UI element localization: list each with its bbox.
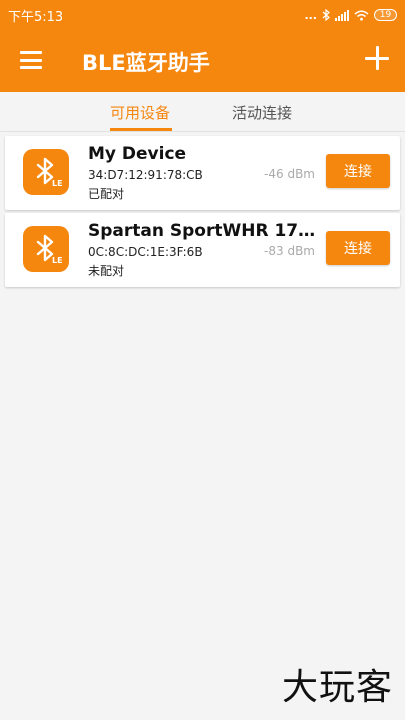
tab-bar: 可用设备 活动连接: [0, 92, 405, 132]
device-name: Spartan SportWHR 17301...: [88, 221, 318, 241]
ble-badge: LE: [52, 179, 63, 188]
device-pair-status: 已配对: [88, 187, 125, 201]
screen: 下午5:13 ... 19 BLE蓝牙助手 可用设备 活动连接 LE My De…: [0, 0, 405, 720]
signal-icon: [335, 9, 349, 21]
menu-icon[interactable]: [20, 51, 42, 69]
battery-icon: 19: [374, 9, 397, 21]
bluetooth-status-icon: [322, 9, 330, 21]
bluetooth-le-icon: LE: [23, 226, 69, 272]
device-rssi: -83 dBm: [264, 244, 315, 258]
watermark: 大玩客: [281, 667, 393, 708]
tab-available-devices[interactable]: 可用设备: [110, 102, 170, 123]
add-icon[interactable]: [365, 46, 389, 70]
active-tab-indicator: [110, 128, 172, 131]
app-title: BLE蓝牙助手: [82, 51, 210, 75]
status-time: 下午5:13: [8, 9, 64, 25]
device-card[interactable]: LE Spartan SportWHR 17301... 0C:8C:DC:1E…: [5, 213, 400, 287]
status-icons: ... 19: [304, 9, 397, 22]
app-bar: BLE蓝牙助手: [0, 30, 405, 92]
device-card[interactable]: LE My Device 34:D7:12:91:78:CB 已配对 -46 d…: [5, 136, 400, 210]
status-bar: 下午5:13 ... 19: [0, 0, 405, 30]
connect-button[interactable]: 连接: [326, 154, 390, 188]
bluetooth-le-icon: LE: [23, 149, 69, 195]
more-dots: ...: [304, 8, 317, 22]
device-mac: 0C:8C:DC:1E:3F:6B: [88, 245, 203, 259]
device-name: My Device: [88, 144, 187, 164]
wifi-icon: [354, 10, 369, 21]
connect-button[interactable]: 连接: [326, 231, 390, 265]
device-mac: 34:D7:12:91:78:CB: [88, 168, 203, 182]
device-rssi: -46 dBm: [264, 167, 315, 181]
device-pair-status: 未配对: [88, 264, 125, 278]
tab-active-connections[interactable]: 活动连接: [232, 102, 292, 123]
ble-badge: LE: [52, 256, 63, 265]
